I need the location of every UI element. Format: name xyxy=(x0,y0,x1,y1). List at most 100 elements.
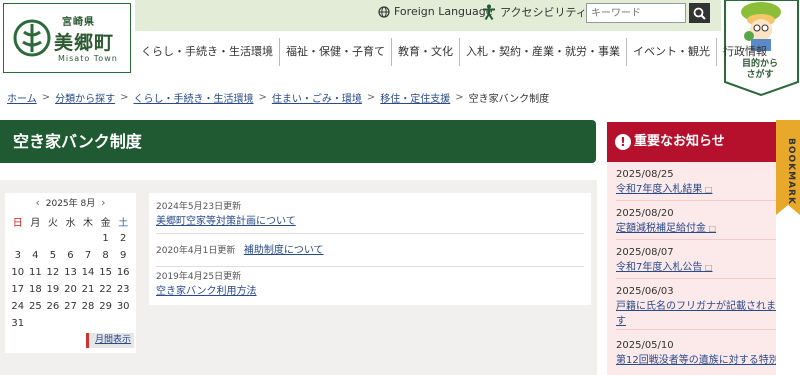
calendar-day[interactable]: 7 xyxy=(79,247,97,264)
nav-item-business[interactable]: 入札・契約・産業・就労・事業 xyxy=(459,38,626,66)
page-link[interactable]: 美郷町空家等対策計画について xyxy=(156,216,296,227)
notice-title: 令和7年度入札結果 xyxy=(616,184,703,195)
accessibility-link[interactable]: アクセシビリティ xyxy=(482,4,587,20)
nav-item-living[interactable]: くらし・手続き・生活環境 xyxy=(135,38,279,66)
notice-link[interactable]: 定額減税補足給付金 □ xyxy=(616,219,776,234)
list-item: 2025/08/20 定額減税補足給付金 □ xyxy=(616,208,776,240)
month-view-button[interactable]: 月間表示 xyxy=(86,333,134,348)
calendar-day[interactable]: 31 xyxy=(9,315,27,332)
weekday-wed: 水 xyxy=(65,218,76,229)
notice-link[interactable]: 令和7年度入札公告 □ xyxy=(616,258,776,273)
calendar-day[interactable]: 21 xyxy=(79,281,97,298)
calendar-day xyxy=(97,315,115,332)
calendar-day[interactable]: 18 xyxy=(27,281,45,298)
calendar-day[interactable]: 26 xyxy=(44,298,62,315)
list-item: 2019年4月25日更新 空き家バンク利用方法 xyxy=(156,269,584,299)
calendar-day[interactable]: 20 xyxy=(62,281,80,298)
calendar-day[interactable]: 11 xyxy=(27,264,45,281)
chevron-right-icon: > xyxy=(455,92,464,103)
calendar-day[interactable]: 13 xyxy=(62,264,80,281)
notice-title: 令和7年度入札公告 xyxy=(616,262,703,273)
weekday-fri: 金 xyxy=(100,218,111,229)
notice-link[interactable]: 戸籍に氏名のフリガナが記載されます xyxy=(616,297,776,327)
page-link[interactable]: 空き家バンク利用方法 xyxy=(156,286,257,297)
chevron-right-icon[interactable]: › xyxy=(98,196,108,209)
calendar-day[interactable]: 1 xyxy=(97,230,115,247)
calendar-day[interactable]: 17 xyxy=(9,281,27,298)
calendar-day[interactable]: 5 xyxy=(44,247,62,264)
notice-date: 2025/06/03 xyxy=(616,286,674,297)
search-icon xyxy=(693,7,706,20)
chevron-right-icon: > xyxy=(258,92,267,103)
external-link-icon: □ xyxy=(706,224,717,233)
notice-date: 2025/05/10 xyxy=(616,340,674,351)
notice-date: 2025/08/07 xyxy=(616,247,674,258)
page-title: 空き家バンク制度 xyxy=(0,120,596,163)
calendar-day[interactable]: 4 xyxy=(27,247,45,264)
calendar-day[interactable]: 14 xyxy=(79,264,97,281)
calendar-day[interactable]: 29 xyxy=(97,298,115,315)
calendar-day[interactable]: 28 xyxy=(79,298,97,315)
logo-roman-name: Misato Town xyxy=(58,54,118,63)
accessibility-label: アクセシビリティ xyxy=(500,6,587,19)
calendar-day[interactable]: 16 xyxy=(114,264,132,281)
logo-prefecture: 宮崎県 xyxy=(62,17,95,28)
calendar-week-row: 12 xyxy=(9,230,132,247)
breadcrumb-home[interactable]: ホーム xyxy=(7,90,37,105)
calendar-day[interactable]: 30 xyxy=(114,298,132,315)
calendar-day xyxy=(62,230,80,247)
update-date: 2020年4月1日更新 xyxy=(156,246,236,256)
breadcrumb-housing[interactable]: 住まい・ごみ・環境 xyxy=(272,90,362,105)
calendar-week-row: 10 11 12 13 14 15 16 xyxy=(9,264,132,281)
calendar-day[interactable]: 15 xyxy=(97,264,115,281)
calendar-day[interactable]: 9 xyxy=(114,247,132,264)
notice-date: 2025/08/25 xyxy=(616,169,674,180)
page-link[interactable]: 補助制度について xyxy=(244,245,324,256)
logo-town-name: 美郷町 xyxy=(54,32,115,54)
nav-item-welfare[interactable]: 福祉・保健・子育て xyxy=(279,38,391,66)
notice-link[interactable]: 令和7年度入札結果 □ xyxy=(616,180,776,195)
nav-item-education[interactable]: 教育・文化 xyxy=(391,38,459,66)
weekday-sun: 日 xyxy=(12,218,23,229)
calendar-day[interactable]: 27 xyxy=(62,298,80,315)
notices-heading: ! 重要なお知らせ xyxy=(607,122,776,162)
search-input[interactable] xyxy=(586,3,686,23)
breadcrumb-living[interactable]: くらし・手続き・生活環境 xyxy=(133,90,253,105)
chevron-left-icon[interactable]: ‹ xyxy=(32,196,42,209)
calendar-day[interactable]: 22 xyxy=(97,281,115,298)
calendar-week-row: 3456789 xyxy=(9,247,132,264)
external-link-icon: □ xyxy=(702,185,713,194)
site-logo[interactable]: 宮崎県 美郷町 Misato Town xyxy=(3,3,131,73)
breadcrumb-migration[interactable]: 移住・定住支援 xyxy=(380,90,450,105)
calendar-day[interactable]: 6 xyxy=(62,247,80,264)
calendar-day[interactable]: 12 xyxy=(44,264,62,281)
breadcrumb: ホーム > 分類から探す > くらし・手続き・生活環境 > 住まい・ごみ・環境 … xyxy=(7,90,549,105)
calendar-week-row: 31 xyxy=(9,315,132,332)
calendar-day[interactable]: 25 xyxy=(27,298,45,315)
nav-item-administration[interactable]: 行政情報 xyxy=(716,38,773,66)
foreign-language-link[interactable]: Foreign Language xyxy=(378,5,493,18)
chevron-right-icon: > xyxy=(366,92,376,103)
breadcrumb-category[interactable]: 分類から探す xyxy=(55,90,115,105)
notices-heading-text: 重要なお知らせ xyxy=(634,134,725,149)
search-button[interactable] xyxy=(689,3,710,23)
calendar-day[interactable]: 24 xyxy=(9,298,27,315)
calendar-day xyxy=(27,315,45,332)
list-item: 2024年5月23日更新 美郷町空家等対策計画について xyxy=(156,199,584,234)
calendar-day xyxy=(79,315,97,332)
calendar-day[interactable]: 10 xyxy=(9,264,27,281)
list-item: 2025/08/25 令和7年度入札結果 □ xyxy=(616,169,776,201)
calendar-day xyxy=(114,315,132,332)
calendar-day[interactable]: 3 xyxy=(9,247,27,264)
calendar-day[interactable]: 8 xyxy=(97,247,115,264)
bookmark-tab-tip xyxy=(776,205,800,215)
calendar-day[interactable]: 23 xyxy=(114,281,132,298)
nav-item-events[interactable]: イベント・観光 xyxy=(626,38,716,66)
calendar-day[interactable]: 2 xyxy=(114,230,132,247)
chevron-right-icon: > xyxy=(41,92,51,103)
calendar-day[interactable]: 19 xyxy=(44,281,62,298)
notice-link[interactable]: 第12回戦没者等の遺族に対する特別弔 xyxy=(616,351,776,366)
calendar-day xyxy=(9,230,27,247)
list-item: 2025/08/07 令和7年度入札公告 □ xyxy=(616,247,776,279)
notice-date: 2025/08/20 xyxy=(616,208,674,219)
